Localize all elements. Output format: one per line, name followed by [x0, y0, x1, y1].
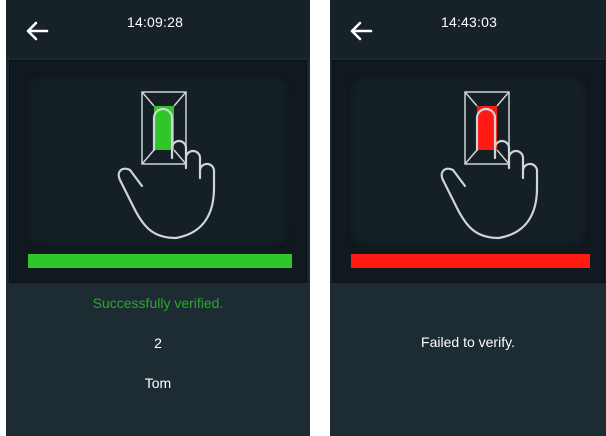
clock-time: 14:09:28	[127, 14, 184, 30]
failure-message: Failed to verify.	[421, 334, 515, 350]
fingerprint-panel	[332, 60, 605, 283]
user-name: Tom	[144, 375, 172, 391]
header-bar: 14:43:03	[330, 0, 606, 58]
back-arrow-icon[interactable]	[344, 14, 378, 48]
progress-fill	[28, 254, 292, 268]
header-bar: 14:09:28	[6, 0, 310, 58]
sensor-frame	[24, 73, 292, 249]
finger-on-sensor-icon	[440, 91, 539, 240]
verification-progress-bar	[351, 254, 590, 268]
result-area: Failed to verify.	[330, 283, 606, 436]
user-id: 2	[154, 335, 162, 351]
fingerprint-panel	[9, 60, 307, 283]
clock-time: 14:43:03	[441, 14, 498, 30]
sensor-frame	[347, 73, 590, 249]
success-screen: 14:09:28 Successfully verified. 2 Tom	[6, 0, 310, 436]
result-area: Successfully verified. 2 Tom	[6, 283, 310, 436]
verification-progress-bar	[28, 254, 292, 268]
back-arrow-icon[interactable]	[20, 14, 54, 48]
failure-screen: 14:43:03 Failed to verify.	[330, 0, 606, 436]
success-message: Successfully verified.	[92, 295, 224, 311]
progress-fill	[351, 254, 590, 268]
finger-on-sensor-icon	[117, 91, 216, 240]
